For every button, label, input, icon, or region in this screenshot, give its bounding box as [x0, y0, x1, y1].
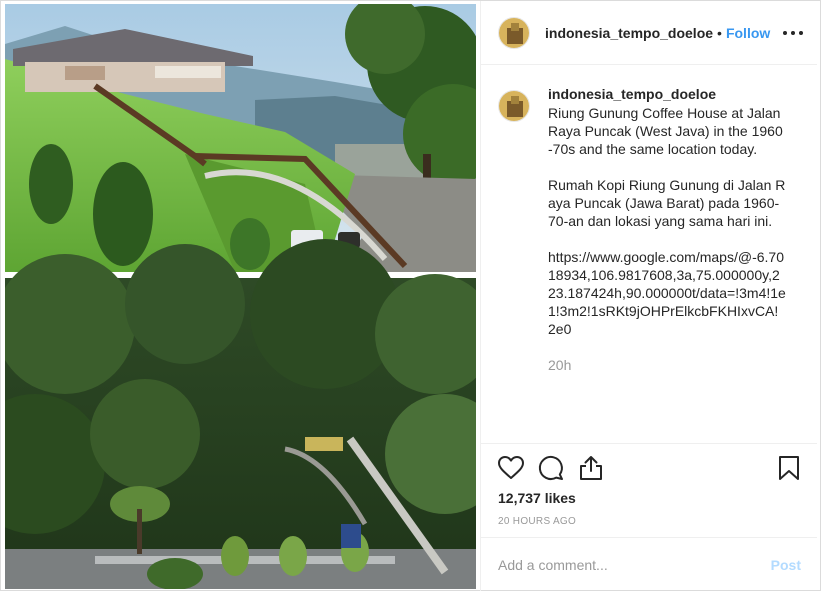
bookmark-icon[interactable] — [775, 454, 803, 482]
caption-text-english: Riung Gunung Coffee House at Jalan Raya … — [548, 105, 783, 157]
caption-text-indonesian: Rumah Kopi Riung Gunung di Jalan Raya Pu… — [548, 177, 786, 229]
header-separator: • — [717, 24, 722, 41]
avatar-image — [499, 91, 529, 121]
add-comment-bar: Post — [481, 537, 817, 591]
caption-comment: indonesia_tempo_doeloe Riung Gunung Coff… — [498, 85, 804, 374]
share-icon[interactable] — [577, 454, 605, 482]
caption-username[interactable]: indonesia_tempo_doeloe — [548, 85, 786, 103]
like-count[interactable]: 12,737 likes — [498, 490, 576, 506]
header-username[interactable]: indonesia_tempo_doeloe — [545, 25, 713, 41]
vintage-photo — [5, 4, 476, 272]
post-comment-button[interactable]: Post — [771, 557, 801, 573]
photo-collage — [5, 4, 476, 589]
follow-button[interactable]: Follow — [726, 25, 770, 41]
modern-photo — [5, 239, 476, 589]
comment-input[interactable] — [498, 557, 771, 573]
caption-timestamp[interactable]: 20h — [548, 356, 786, 374]
post-photo[interactable] — [5, 4, 476, 589]
action-icons — [497, 454, 803, 484]
comments-area: indonesia_tempo_doeloe Riung Gunung Coff… — [498, 85, 804, 441]
comment-icon[interactable] — [537, 454, 565, 482]
more-dot — [791, 31, 795, 35]
more-options-icon[interactable] — [783, 23, 803, 43]
caption-body: indonesia_tempo_doeloe Riung Gunung Coff… — [548, 85, 786, 374]
post-timestamp[interactable]: 20 HOURS AGO — [498, 516, 576, 527]
avatar[interactable] — [498, 90, 530, 122]
post-header: indonesia_tempo_doeloe • Follow — [481, 1, 817, 65]
post-sidebar: indonesia_tempo_doeloe • Follow indonesi… — [480, 1, 817, 591]
avatar[interactable] — [498, 16, 530, 49]
post-modal: indonesia_tempo_doeloe • Follow indonesi… — [0, 0, 821, 591]
caption-link[interactable]: https://www.google.com/maps/@-6.7018934,… — [548, 248, 786, 338]
more-dot — [799, 31, 803, 35]
more-dot — [783, 31, 787, 35]
avatar-image — [499, 17, 529, 48]
heart-icon[interactable] — [497, 454, 525, 482]
